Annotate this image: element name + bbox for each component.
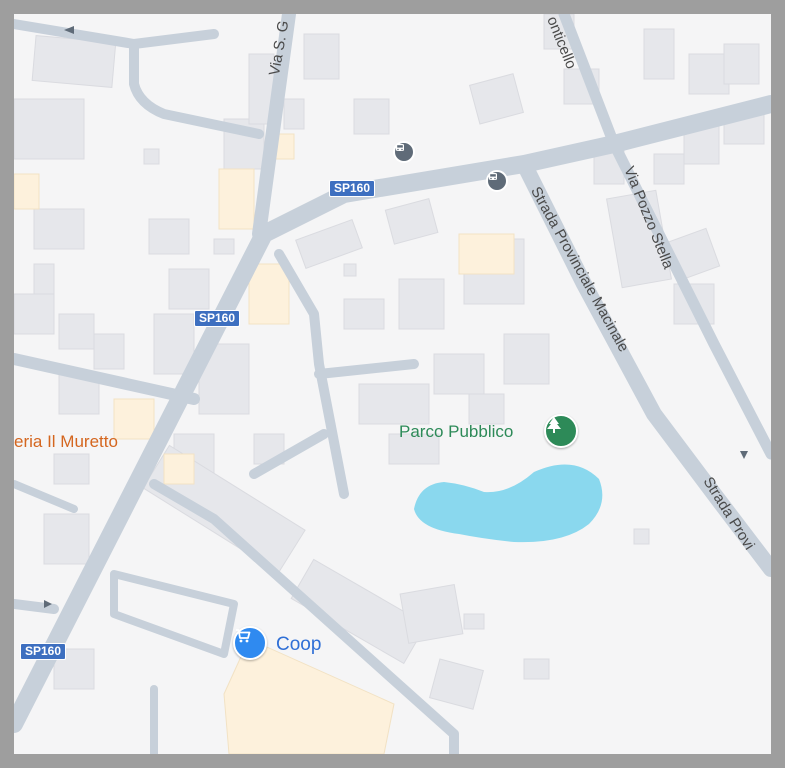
poi-label-coop[interactable]: Coop bbox=[276, 634, 321, 656]
lake bbox=[414, 464, 603, 543]
tree-icon[interactable] bbox=[544, 414, 578, 448]
map-base-layer bbox=[14, 14, 771, 754]
bus-stop-icon[interactable] bbox=[393, 141, 415, 163]
route-shield-sp160: SP160 bbox=[194, 310, 241, 327]
shopping-cart-icon[interactable] bbox=[233, 626, 267, 660]
poi-label-parco-pubblico[interactable]: Parco Pubblico bbox=[399, 422, 513, 442]
route-shield-sp160: SP160 bbox=[329, 180, 376, 197]
oneway-arrows bbox=[44, 26, 748, 608]
route-shield-sp160: SP160 bbox=[20, 643, 67, 660]
map-canvas[interactable]: Via S. G onticello Via Pozzo Stella Stra… bbox=[14, 14, 771, 754]
poi-label-il-muretto[interactable]: eria Il Muretto bbox=[14, 432, 118, 452]
bus-stop-icon[interactable] bbox=[486, 170, 508, 192]
